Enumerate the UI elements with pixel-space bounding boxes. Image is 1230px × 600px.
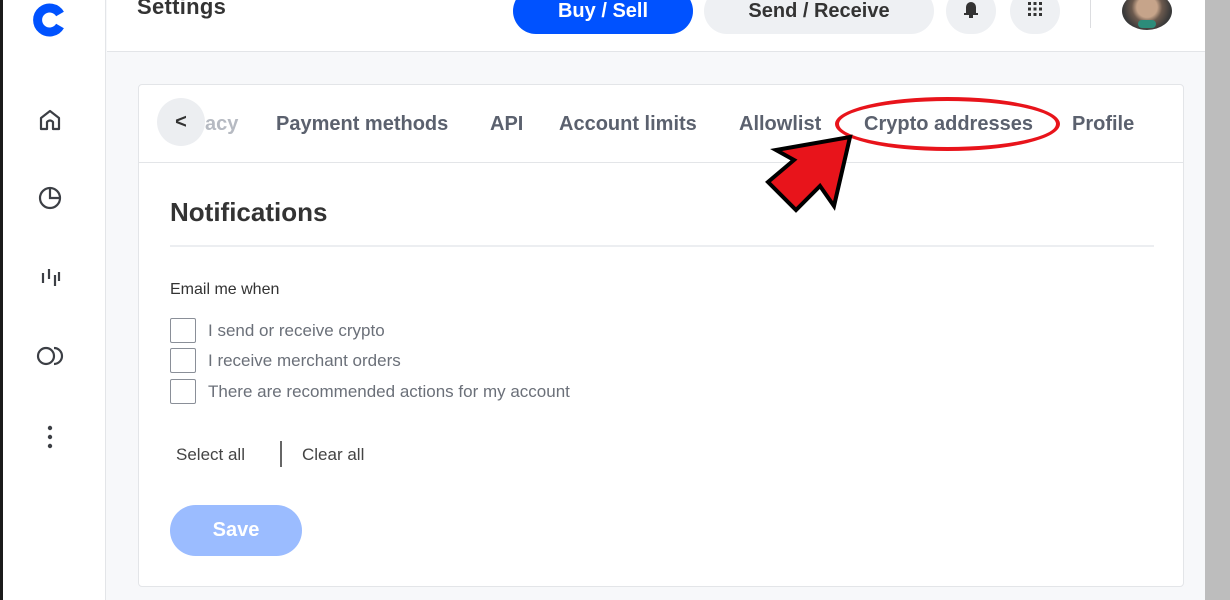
option-label: I receive merchant orders: [208, 350, 401, 370]
grid-icon: [1027, 1, 1043, 22]
tab-account-limits[interactable]: Account limits: [559, 113, 697, 136]
apps-button[interactable]: [1010, 0, 1060, 34]
select-all-button[interactable]: Select all: [176, 445, 245, 465]
tab-allowlist[interactable]: Allowlist: [739, 113, 821, 136]
option-merchant-orders[interactable]: I receive merchant orders: [170, 348, 401, 373]
send-receive-button[interactable]: Send / Receive: [704, 0, 934, 34]
page-title: Settings: [137, 0, 227, 19]
notifications-title: Notifications: [170, 197, 328, 227]
tab-crypto-addresses[interactable]: Crypto addresses: [864, 113, 1033, 136]
notifications-button[interactable]: [946, 0, 996, 34]
tabs-back-button[interactable]: <: [157, 98, 205, 146]
clear-all-button[interactable]: Clear all: [302, 445, 364, 465]
top-bar: Settings Buy / Sell Send / Receive: [107, 0, 1205, 52]
home-icon[interactable]: [35, 105, 65, 135]
link-separator: [280, 441, 282, 467]
tab-payment-methods[interactable]: Payment methods: [276, 113, 448, 136]
bell-icon: [962, 0, 980, 24]
more-vertical-icon[interactable]: [35, 422, 65, 452]
option-label: I send or receive crypto: [208, 320, 385, 340]
buy-sell-button[interactable]: Buy / Sell: [513, 0, 693, 34]
tab-profile[interactable]: Profile: [1072, 113, 1134, 136]
settings-tabs: acy < Payment methods API Account limits…: [139, 85, 1183, 163]
option-recommended-actions[interactable]: There are recommended actions for my acc…: [170, 379, 570, 404]
sidebar: [3, 0, 106, 600]
tab-api[interactable]: API: [490, 113, 523, 136]
chevron-left-icon: <: [175, 110, 187, 133]
save-button[interactable]: Save: [170, 505, 302, 556]
option-label: There are recommended actions for my acc…: [208, 381, 570, 401]
scrollbar-track[interactable]: [1205, 0, 1230, 600]
checkbox[interactable]: [170, 318, 196, 343]
option-send-receive-crypto[interactable]: I send or receive crypto: [170, 318, 385, 343]
avatar[interactable]: [1122, 0, 1172, 30]
checkbox[interactable]: [170, 348, 196, 373]
tab-privacy[interactable]: acy: [205, 113, 238, 136]
settings-card: acy < Payment methods API Account limits…: [138, 84, 1184, 587]
email-me-when-label: Email me when: [170, 281, 280, 298]
section-divider: [170, 245, 1154, 247]
coins-icon[interactable]: [35, 341, 65, 371]
candlestick-icon[interactable]: [35, 262, 65, 292]
topbar-divider: [1090, 0, 1091, 28]
checkbox[interactable]: [170, 379, 196, 404]
pie-chart-icon[interactable]: [35, 183, 65, 213]
coinbase-logo[interactable]: [28, 0, 72, 40]
